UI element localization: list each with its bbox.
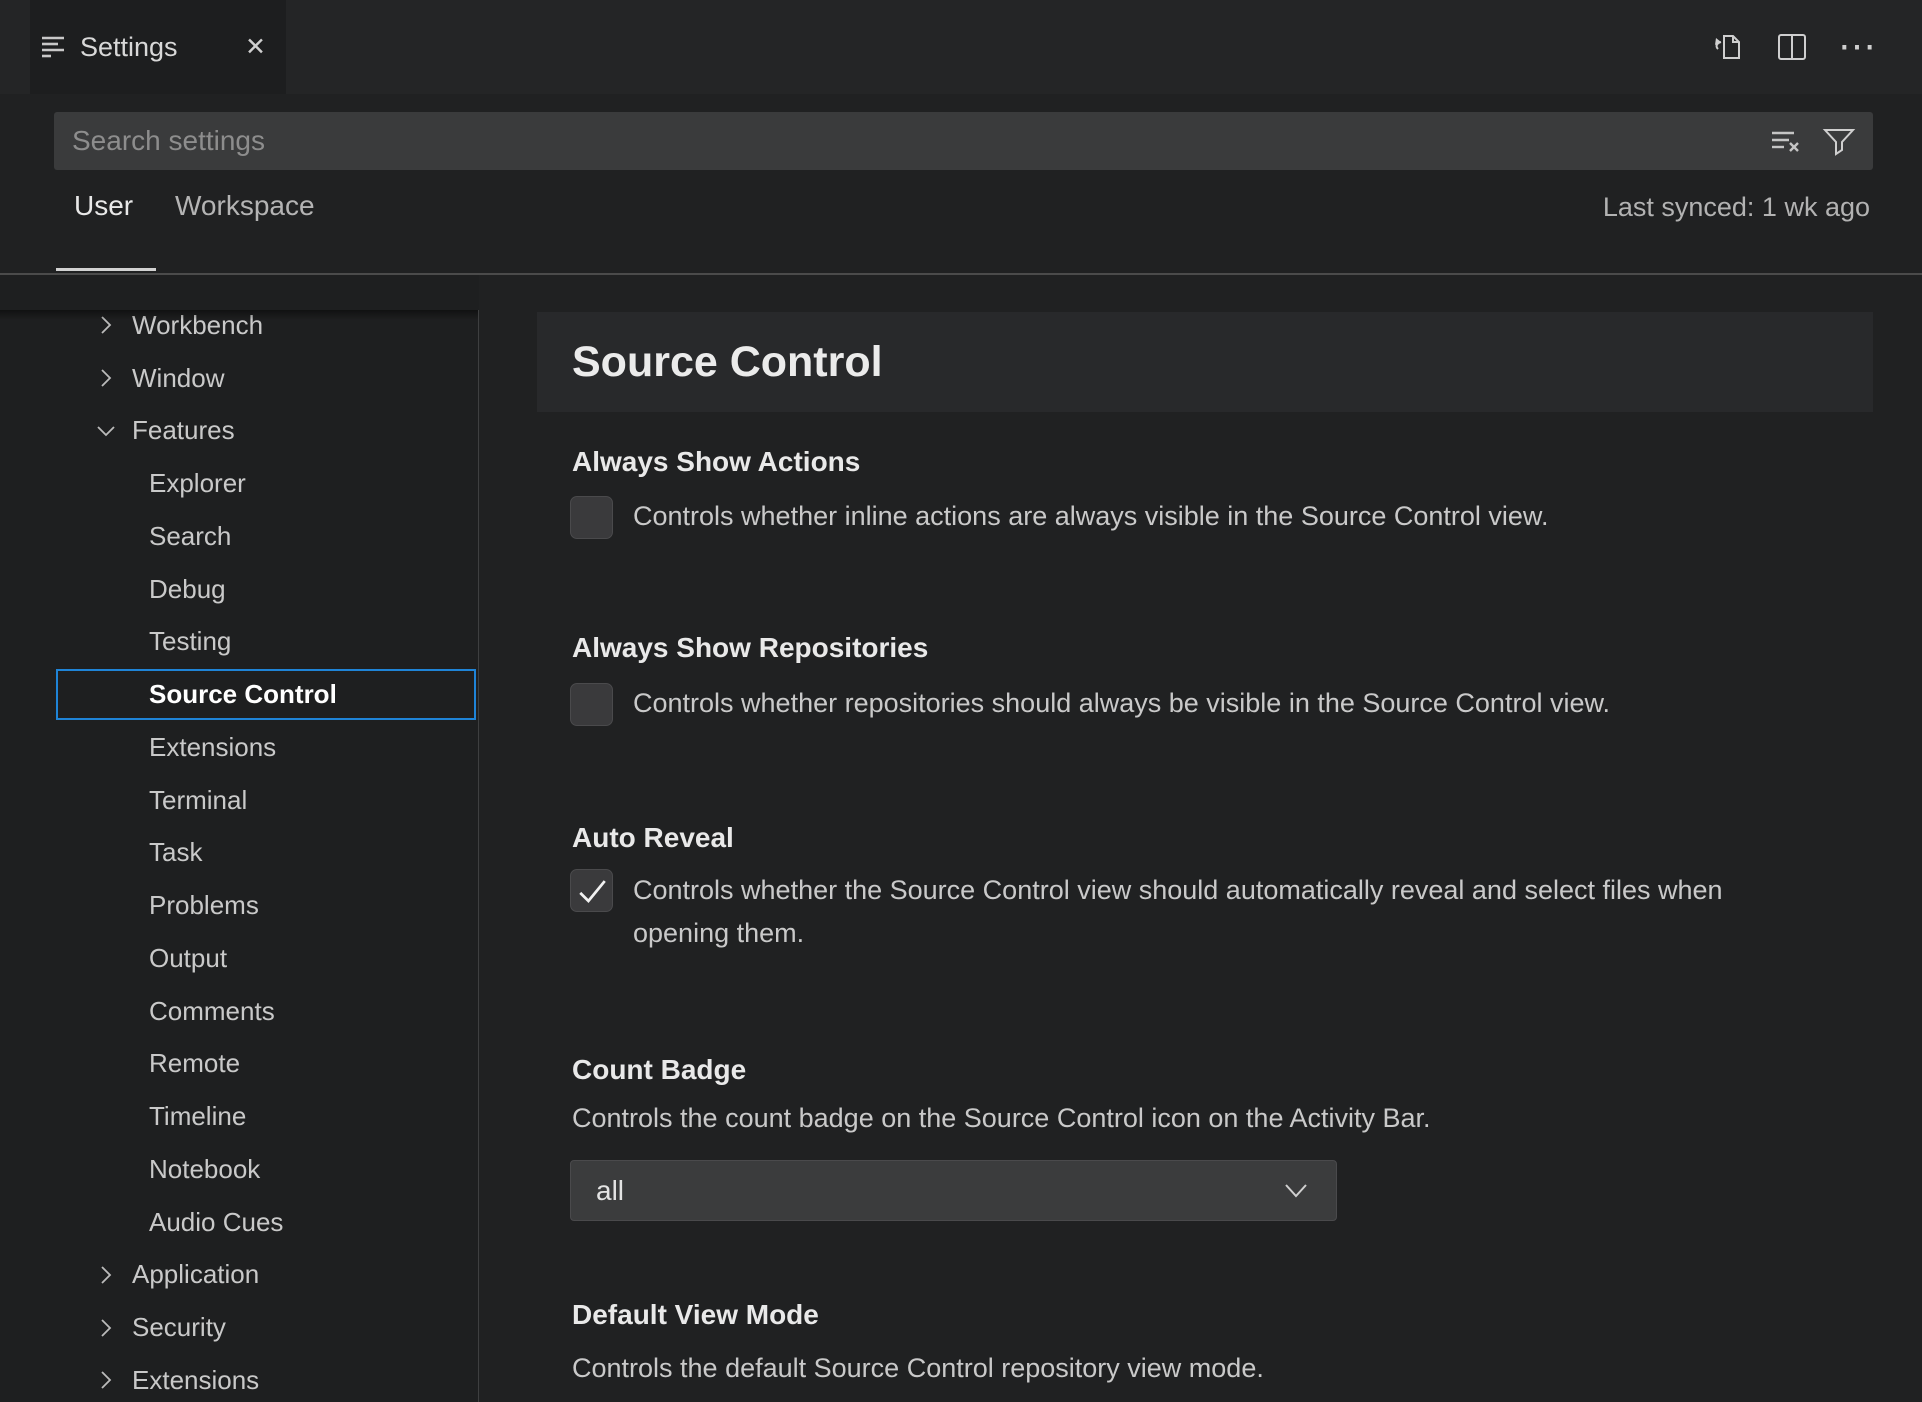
sidebar-item-label: Task [149, 837, 203, 868]
tab-title: Settings [80, 31, 178, 62]
sidebar-item-audio-cues[interactable]: Audio Cues [0, 1196, 479, 1249]
sidebar-item-terminal[interactable]: Terminal [0, 774, 479, 827]
sidebar-item-label: Extensions [149, 731, 277, 762]
sidebar-item-workbench[interactable]: Workbench [0, 299, 479, 352]
sidebar-item-label: Features [132, 415, 235, 446]
sidebar-item-output[interactable]: Output [0, 932, 479, 985]
sidebar-item-label: Explorer [149, 468, 246, 499]
setting-description: Controls whether repositories should alw… [633, 688, 1610, 718]
checkbox-auto-reveal[interactable] [570, 869, 613, 912]
close-icon[interactable]: ✕ [245, 34, 266, 60]
sidebar-item-label: Audio Cues [149, 1206, 284, 1237]
sidebar-item-label: Remote [149, 1048, 241, 1079]
settings-list-icon [42, 36, 64, 58]
sidebar-item-label: Source Control [149, 679, 337, 710]
sidebar-item-testing[interactable]: Testing [0, 616, 479, 669]
sidebar-item-label: Window [132, 362, 225, 393]
filter-icon[interactable] [1821, 123, 1857, 159]
setting-description: Controls the count badge on the Source C… [572, 1103, 1431, 1133]
setting-label-count-badge: Count Badge [572, 1054, 747, 1085]
setting-description: Controls the default Source Control repo… [572, 1353, 1264, 1383]
chevron-right-icon[interactable] [94, 1263, 118, 1287]
sidebar-item-window[interactable]: Window [0, 352, 479, 405]
sidebar-item-label: Comments [149, 995, 275, 1026]
sidebar-item-explorer[interactable]: Explorer [0, 457, 479, 510]
tab-user[interactable]: User [74, 190, 133, 222]
sidebar-item-timeline[interactable]: Timeline [0, 1090, 479, 1143]
setting-description: Controls whether the Source Control view… [633, 875, 1723, 948]
page-title: Source Control [572, 338, 883, 386]
sidebar-item-label: Terminal [149, 784, 248, 815]
sidebar-item-debug[interactable]: Debug [0, 563, 479, 616]
select-chevron-icon [1285, 1184, 1307, 1198]
setting-label-always-show-repositories: Always Show Repositories [572, 632, 929, 663]
split-editor-icon[interactable] [1774, 29, 1810, 65]
sidebar-item-extensions-root[interactable]: Extensions [0, 1354, 479, 1402]
search-input[interactable] [70, 124, 1753, 158]
sidebar-item-label: Timeline [149, 1101, 247, 1132]
setting-description: Controls whether inline actions are alwa… [633, 501, 1549, 531]
sidebar-item-label: Output [149, 942, 228, 973]
vscode-settings-window: Settings ✕ ⋯ Search settings User Worksp… [0, 0, 1922, 1402]
select-value: all [596, 1175, 625, 1206]
sidebar-item-label: Security [132, 1312, 226, 1343]
sidebar-item-comments[interactable]: Comments [0, 985, 479, 1038]
sidebar-item-problems[interactable]: Problems [0, 879, 479, 932]
setting-label-always-show-actions: Always Show Actions [572, 446, 861, 477]
editor-tab-bar: Settings ✕ ⋯ [0, 0, 1922, 94]
count-badge-select[interactable]: all [570, 1160, 1337, 1221]
sidebar-item-notebook[interactable]: Notebook [0, 1143, 479, 1196]
check-icon [579, 880, 606, 904]
sidebar-item-search[interactable]: Search [0, 510, 479, 563]
sidebar-item-label: Search [149, 520, 232, 551]
clear-search-icon[interactable] [1769, 123, 1805, 159]
settings-content: Source Control Always Show Actions Contr… [479, 275, 1922, 1402]
checkbox-always-show-repositories[interactable] [570, 683, 613, 726]
settings-tab[interactable]: Settings ✕ [30, 0, 286, 94]
sidebar-item-extensions-child[interactable]: Extensions [0, 721, 479, 774]
settings-toc-sidebar: Workbench Window Features Explorer Searc… [0, 275, 479, 1402]
sidebar-item-security[interactable]: Security [0, 1301, 479, 1354]
sidebar-item-application[interactable]: Application [0, 1249, 479, 1302]
tab-workspace[interactable]: Workspace [175, 190, 315, 222]
checkbox-always-show-actions[interactable] [570, 496, 613, 539]
chevron-right-icon[interactable] [94, 366, 118, 390]
chevron-right-icon[interactable] [94, 1316, 118, 1340]
sidebar-item-task[interactable]: Task [0, 827, 479, 880]
chevron-down-icon[interactable] [94, 419, 118, 443]
settings-tree: Workbench Window Features Explorer Searc… [0, 299, 479, 1402]
sidebar-item-source-control[interactable]: Source Control [0, 668, 479, 721]
sidebar-item-label: Extensions [132, 1364, 260, 1395]
more-actions-icon[interactable]: ⋯ [1838, 28, 1878, 66]
sidebar-item-label: Testing [149, 626, 232, 657]
sidebar-item-label: Application [132, 1259, 260, 1290]
sidebar-item-label: Problems [149, 890, 259, 921]
editor-actions: ⋯ [1710, 0, 1878, 94]
setting-label-auto-reveal: Auto Reveal [572, 822, 734, 853]
scroll-shadow [0, 310, 479, 320]
sidebar-item-label: Debug [149, 573, 226, 604]
chevron-right-icon[interactable] [94, 1368, 118, 1392]
settings-search-bar [54, 112, 1873, 170]
settings-scope-row: User Workspace Last synced: 1 wk ago [0, 170, 1922, 275]
sidebar-item-features[interactable]: Features [0, 405, 479, 458]
active-scope-underline [56, 268, 156, 271]
section-header: Source Control [537, 312, 1873, 412]
sidebar-item-remote[interactable]: Remote [0, 1038, 479, 1091]
last-synced-label: Last synced: 1 wk ago [1602, 192, 1870, 222]
setting-label-default-view-mode: Default View Mode [572, 1299, 819, 1330]
sidebar-item-label: Notebook [149, 1153, 261, 1184]
open-settings-json-icon[interactable] [1710, 29, 1746, 65]
